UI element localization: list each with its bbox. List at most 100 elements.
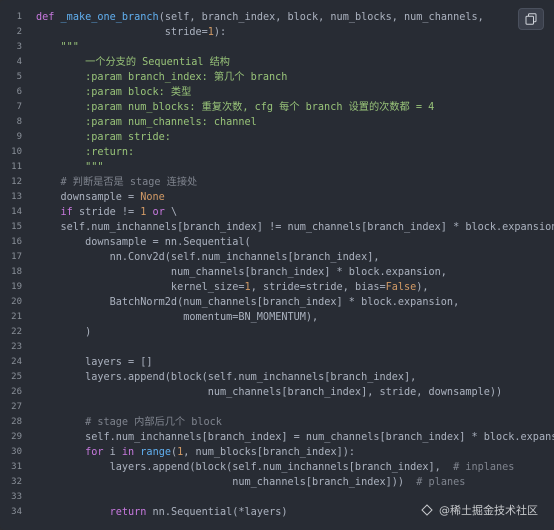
line-number: 8: [16, 117, 22, 127]
leaf-icon: [421, 504, 433, 516]
line-number: 22: [11, 327, 22, 337]
code-line: 8 :param num_channels: channel: [0, 115, 554, 130]
code-token: layers = []: [36, 357, 153, 368]
code-token: , num_blocks[branch_index]):: [183, 447, 355, 458]
code-line: 21 momentum=BN_MOMENTUM),: [0, 310, 554, 325]
line-code: :param block: 类型: [36, 85, 554, 100]
code-line: 24 layers = []: [0, 355, 554, 370]
line-code: self.num_inchannels[branch_index] != num…: [36, 220, 554, 235]
line-code: 一个分支的 Sequential 结构: [36, 55, 554, 70]
line-number: 16: [11, 237, 22, 247]
line-code: :param branch_index: 第几个 branch: [36, 70, 554, 85]
line-number: 11: [11, 162, 22, 172]
code-token: if: [36, 207, 79, 218]
code-line: 15 self.num_inchannels[branch_index] != …: [0, 220, 554, 235]
code-token: kernel_size=: [36, 282, 245, 293]
line-number: 3: [16, 42, 22, 52]
line-code: def _make_one_branch(self, branch_index,…: [36, 10, 554, 25]
code-token: or: [146, 207, 171, 218]
line-number: 29: [11, 432, 22, 442]
code-token: return: [36, 507, 153, 518]
line-number: 28: [11, 417, 22, 427]
code-line: 11 """: [0, 160, 554, 175]
code-token: downsample = nn.Sequential(: [36, 237, 251, 248]
line-number: 9: [16, 132, 22, 142]
code-token: 一个分支的 Sequential 结构: [36, 57, 230, 68]
line-code: self.num_inchannels[branch_index] = num_…: [36, 430, 554, 445]
line-code: :param stride:: [36, 130, 554, 145]
code-line: 5 :param branch_index: 第几个 branch: [0, 70, 554, 85]
line-number: 13: [11, 192, 22, 202]
line-number: 19: [11, 282, 22, 292]
code-line: 7 :param num_blocks: 重复次数, cfg 每个 branch…: [0, 100, 554, 115]
code-line: 1 def _make_one_branch(self, branch_index…: [0, 10, 554, 25]
code-line: 14 if stride != 1 or \: [0, 205, 554, 220]
line-code: """: [36, 160, 554, 175]
line-number: 12: [11, 177, 22, 187]
code-line: 12 # 判断是否是 stage 连接处: [0, 175, 554, 190]
code-token: nn.Conv2d(self.num_inchannels[branch_ind…: [36, 252, 380, 263]
code-line: 18 num_channels[branch_index] * block.ex…: [0, 265, 554, 280]
line-code: layers = []: [36, 355, 554, 370]
line-number: 27: [11, 402, 22, 412]
line-number: 33: [11, 492, 22, 502]
code-token: :param stride:: [36, 132, 171, 143]
line-code: layers.append(block(self.num_inchannels[…: [36, 460, 554, 475]
watermark-text: @稀土掘金技术社区: [439, 504, 538, 517]
line-code: kernel_size=1, stride=stride, bias=False…: [36, 280, 554, 295]
code-token: ):: [213, 27, 227, 38]
code-line: 32 num_channels[branch_index])) # planes: [0, 475, 554, 490]
code-token: # stage 内部后几个 block: [36, 417, 222, 428]
code-token: layers.append(block(self.num_inchannels[…: [36, 372, 417, 383]
line-number: 5: [16, 72, 22, 82]
line-code: # 判断是否是 stage 连接处: [36, 175, 554, 190]
code-token: None: [140, 192, 165, 203]
line-code: :param num_blocks: 重复次数, cfg 每个 branch 设…: [36, 100, 554, 115]
line-code: downsample = None: [36, 190, 554, 205]
line-code: if stride != 1 or \: [36, 205, 554, 220]
code-token: in: [121, 447, 141, 458]
code-token: :param num_blocks: 重复次数, cfg 每个 branch 设…: [36, 102, 435, 113]
line-number: 14: [11, 207, 22, 217]
code-token: num_channels[branch_index] * block.expan…: [36, 267, 447, 278]
line-number: 25: [11, 372, 22, 382]
code-line: 31 layers.append(block(self.num_inchanne…: [0, 460, 554, 475]
line-number: 31: [11, 462, 22, 472]
code-token: num_channels[branch_index])): [36, 477, 417, 488]
line-code: :return:: [36, 145, 554, 160]
code-token: stride !=: [78, 207, 141, 218]
code-line: 9 :param stride:: [0, 130, 554, 145]
code-line: 6 :param block: 类型: [0, 85, 554, 100]
code-line: 30 for i in range(1, num_blocks[branch_i…: [0, 445, 554, 460]
code-line: 25 layers.append(block(self.num_inchanne…: [0, 370, 554, 385]
code-line: 26 num_channels[branch_index], stride, d…: [0, 385, 554, 400]
code-line: 10 :return:: [0, 145, 554, 160]
code-line: 29 self.num_inchannels[branch_index] = n…: [0, 430, 554, 445]
line-number: 30: [11, 447, 22, 457]
code-token: nn.Sequential(*layers): [152, 507, 288, 518]
code-token: stride=: [36, 27, 208, 38]
line-number: 21: [11, 312, 22, 322]
line-number: 6: [16, 87, 22, 97]
line-number: 26: [11, 387, 22, 397]
code-token: BatchNorm2d(num_channels[branch_index] *…: [36, 297, 460, 308]
code-line: 4 一个分支的 Sequential 结构: [0, 55, 554, 70]
code-line: 16 downsample = nn.Sequential(: [0, 235, 554, 250]
line-code: stride=1):: [36, 25, 554, 40]
code-token: # 判断是否是 stage 连接处: [36, 177, 198, 188]
code-line: 17 nn.Conv2d(self.num_inchannels[branch_…: [0, 250, 554, 265]
code-token: False: [385, 282, 417, 293]
code-line: 23: [0, 340, 554, 355]
watermark: @稀土掘金技术社区: [421, 502, 538, 518]
code-token: \: [170, 207, 178, 218]
code-token: # planes: [416, 477, 466, 488]
line-code: layers.append(block(self.num_inchannels[…: [36, 370, 554, 385]
line-code: for i in range(1, num_blocks[branch_inde…: [36, 445, 554, 460]
code-token: def: [36, 12, 61, 23]
code-token: self.num_inchannels[branch_index] = num_…: [36, 432, 554, 443]
code-token: downsample =: [36, 192, 141, 203]
line-code: num_channels[branch_index], stride, down…: [36, 385, 554, 400]
line-code: num_channels[branch_index] * block.expan…: [36, 265, 554, 280]
